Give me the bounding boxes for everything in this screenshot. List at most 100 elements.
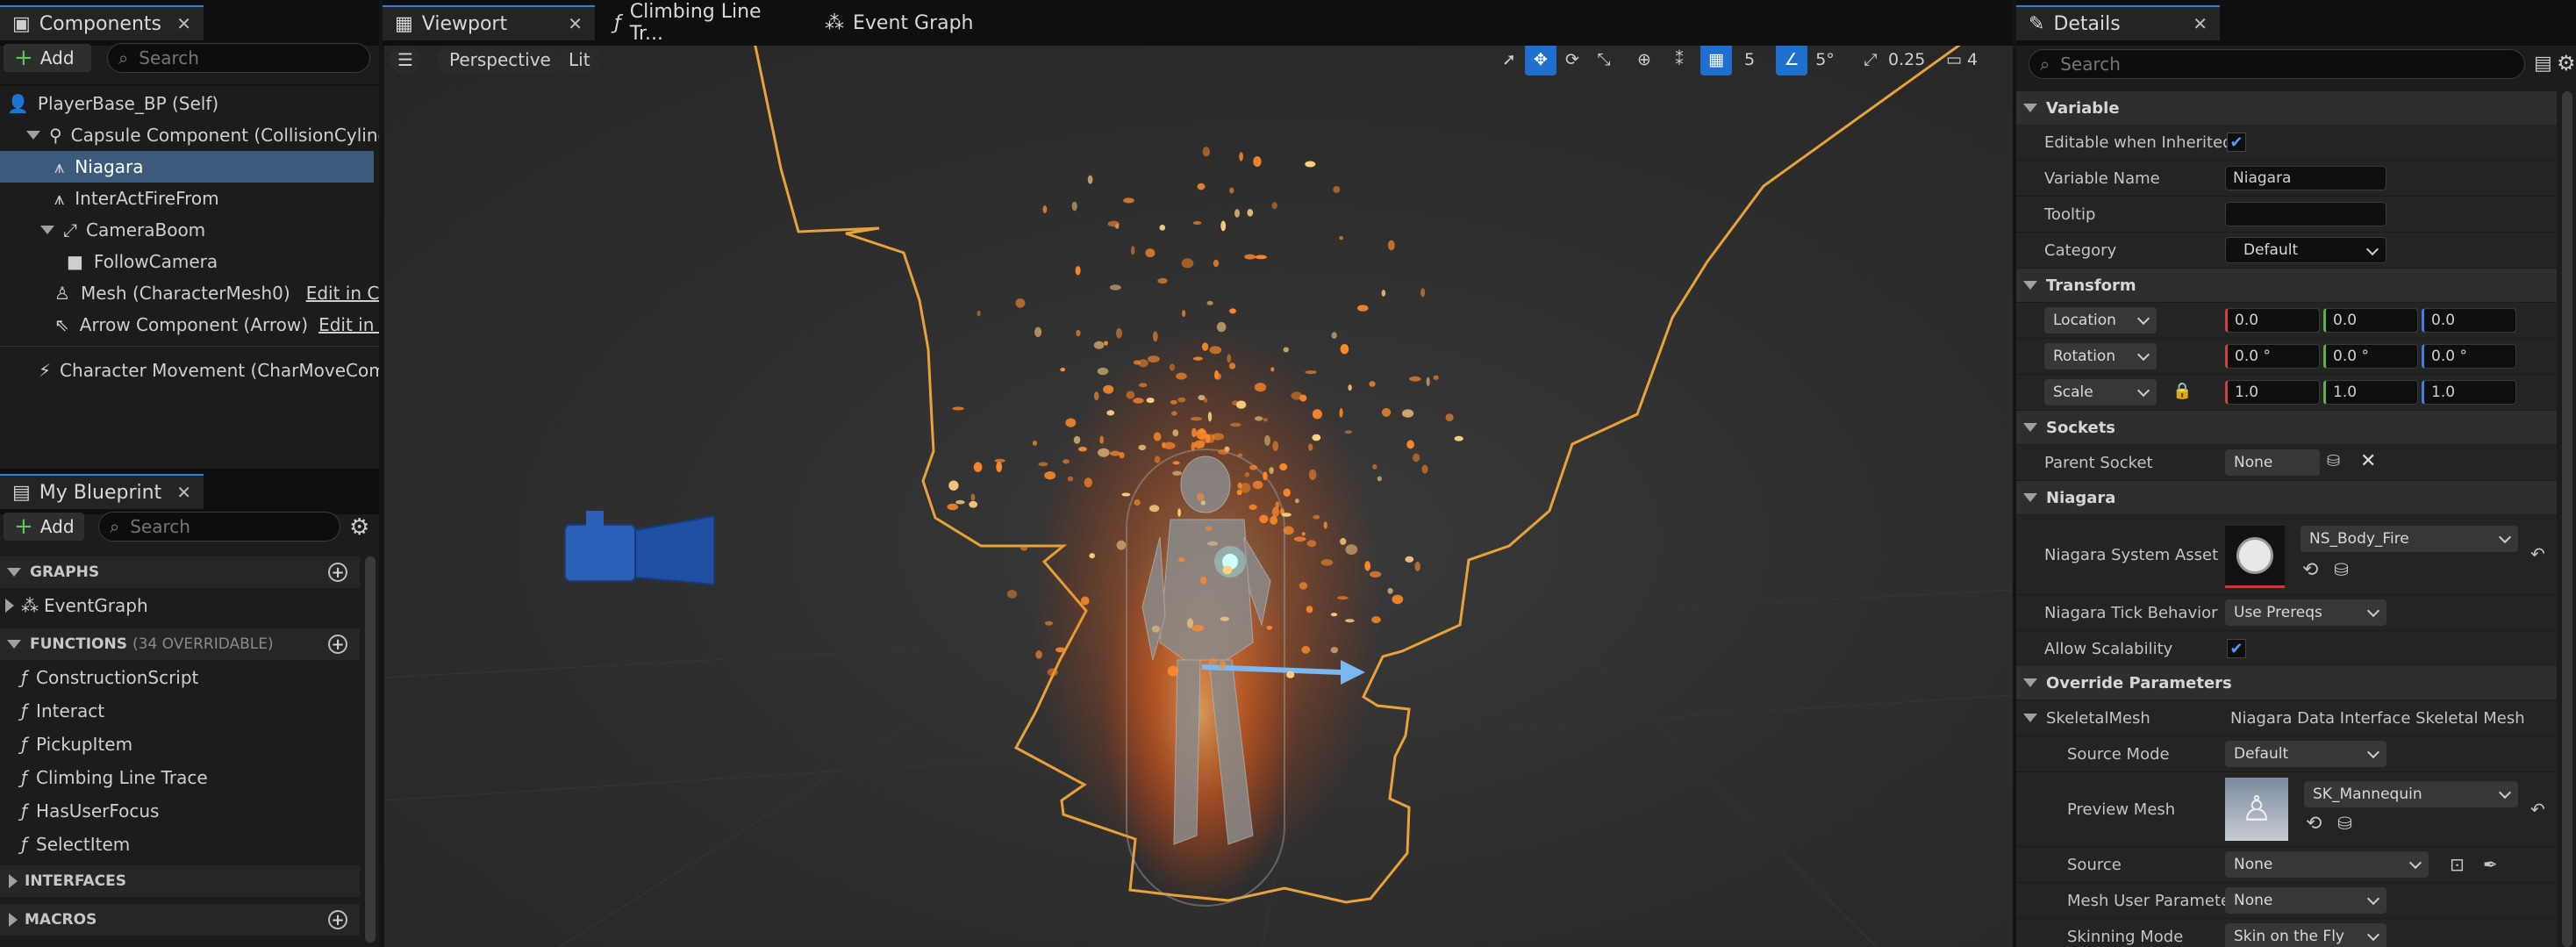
category-dropdown[interactable]: Default [2225, 237, 2386, 263]
camera-speed-icon[interactable]: ▭ 4 [1946, 46, 1978, 75]
preview-mesh-dropdown[interactable]: SK_Mannequin [2304, 781, 2518, 807]
tree-item-cameraboom[interactable]: ⤢ CameraBoom [0, 214, 379, 246]
rotation-z-field[interactable]: 0.0 ° [2422, 344, 2516, 369]
scale-x-field[interactable]: 1.0 [2225, 380, 2320, 405]
coordinate-space-icon[interactable]: ⊕ [1628, 46, 1660, 75]
editable-checkbox[interactable]: ✔ [2227, 133, 2246, 152]
blueprint-search[interactable]: ⌕ [98, 512, 340, 542]
niagara-asset-dropdown[interactable]: NS_Body_Fire [2301, 526, 2518, 552]
eyedropper-icon[interactable]: ✒ [2483, 854, 2498, 875]
use-selected-icon[interactable]: ⟲ [2306, 813, 2322, 835]
scrollbar[interactable] [365, 556, 376, 943]
collapse-icon[interactable] [2023, 423, 2037, 432]
scale-z-field[interactable]: 1.0 [2422, 380, 2516, 405]
expand-icon[interactable] [9, 913, 18, 927]
macros-section[interactable]: MACROS + [0, 904, 360, 936]
browse-icon[interactable]: ⛁ [2337, 813, 2352, 834]
close-icon[interactable]: ✕ [176, 482, 191, 503]
components-search[interactable]: ⌕ [107, 43, 370, 73]
tree-item-charmove[interactable]: ⚡ Character Movement (CharMoveComp) [0, 355, 379, 386]
function-item[interactable]: ƒ PickupItem [21, 728, 132, 760]
details-tab[interactable]: ✎ Details ✕ [2016, 5, 2220, 40]
tab-event-graph[interactable]: ⁂ Event Graph [812, 5, 1014, 40]
translate-tool-icon[interactable]: ✥ [1525, 46, 1556, 75]
lit-button[interactable]: Lit [556, 46, 603, 74]
add-component-button[interactable]: + Add [4, 44, 91, 72]
collapse-icon[interactable] [2023, 104, 2037, 112]
override-section[interactable]: Override Parameters [2016, 666, 2557, 699]
collapse-icon[interactable] [2023, 281, 2037, 290]
rotation-x-field[interactable]: 0.0 ° [2225, 344, 2320, 369]
settings-gear-icon[interactable]: ⚙ [2557, 51, 2576, 75]
expand-icon[interactable] [9, 874, 18, 888]
tree-item-interact[interactable]: ⩚ InterActFireFrom [0, 183, 379, 214]
function-item[interactable]: ƒ HasUserFocus [21, 795, 159, 827]
graphs-section[interactable]: GRAPHS + [0, 556, 360, 588]
transform-section[interactable]: Transform [2016, 269, 2557, 302]
collapse-icon[interactable] [7, 640, 21, 649]
grid-snap-value[interactable]: 5 [1734, 46, 1765, 75]
add-function-icon[interactable]: + [328, 635, 347, 654]
angle-snap-value[interactable]: 5° [1809, 46, 1841, 75]
niagara-section[interactable]: Niagara [2016, 481, 2557, 514]
my-blueprint-tab[interactable]: ▤ My Blueprint ✕ [0, 474, 204, 509]
location-x-field[interactable]: 0.0 [2225, 308, 2320, 333]
edit-in-cpp-link[interactable]: Edit in C++ [306, 283, 379, 304]
skinning-mode-dropdown[interactable]: Skin on the Fly [2225, 923, 2386, 947]
scale-snap-value[interactable]: 0.25 [1888, 46, 1925, 75]
tree-item-arrow[interactable]: ⇖ Arrow Component (Arrow) Edit in C++ [0, 309, 379, 341]
expand-icon[interactable] [5, 599, 14, 613]
source-mode-dropdown[interactable]: Default [2225, 741, 2386, 767]
location-dropdown[interactable]: Location [2044, 307, 2157, 334]
scale-dropdown[interactable]: Scale [2044, 379, 2157, 405]
reset-icon[interactable]: ↶ [2530, 543, 2545, 564]
browse-icon[interactable]: ⛁ [2334, 559, 2349, 580]
collapse-icon[interactable] [2023, 678, 2037, 687]
parent-socket-field[interactable]: None [2225, 449, 2320, 476]
location-y-field[interactable]: 0.0 [2323, 308, 2418, 333]
details-search-input[interactable] [2058, 53, 2450, 75]
socket-browse-icon[interactable]: ⛁ [2327, 452, 2340, 470]
use-selected-icon[interactable]: ⟲ [2302, 559, 2318, 581]
event-graph-item[interactable]: ⁂ EventGraph [0, 590, 360, 621]
table-view-icon[interactable]: ▤ [2534, 53, 2552, 75]
add-blueprint-button[interactable]: + Add [4, 513, 84, 541]
components-search-input[interactable] [137, 47, 341, 69]
niagara-asset-thumbnail[interactable] [2225, 526, 2285, 588]
collapse-icon[interactable] [2023, 714, 2037, 722]
tab-viewport[interactable]: ▦ Viewport ✕ [383, 5, 595, 40]
blueprint-search-input[interactable] [128, 515, 316, 538]
details-search[interactable]: ⌕ [2029, 49, 2525, 79]
function-item[interactable]: ƒ SelectItem [21, 829, 130, 860]
add-graph-icon[interactable]: + [328, 563, 347, 582]
mannequin-thumbnail[interactable]: ♙ [2225, 778, 2288, 841]
variable-name-field[interactable]: Niagara [2225, 166, 2386, 190]
target-icon[interactable]: ⊡ [2450, 854, 2465, 875]
clear-icon[interactable]: ✕ [2360, 450, 2376, 472]
lock-icon[interactable]: 🔒 [2172, 382, 2192, 400]
close-icon[interactable]: ✕ [568, 13, 583, 34]
collapse-icon[interactable] [2023, 493, 2037, 502]
viewport[interactable]: ☰ Perspective Lit ➚ ✥ ⟳ ⤡ ⊕ ⁑ ▦ 5 ∠ 5° ⤢… [384, 46, 2013, 947]
expand-icon[interactable] [26, 131, 40, 140]
close-icon[interactable]: ✕ [2193, 13, 2207, 34]
rotation-y-field[interactable]: 0.0 ° [2323, 344, 2418, 369]
scale-tool-icon[interactable]: ⤡ [1588, 46, 1620, 75]
scale-y-field[interactable]: 1.0 [2323, 380, 2418, 405]
reset-icon[interactable]: ↶ [2530, 799, 2545, 820]
interfaces-section[interactable]: INTERFACES [0, 865, 360, 897]
tab-climbing-line-trace[interactable]: ƒ Climbing Line Tr... [602, 1, 812, 45]
close-icon[interactable]: ✕ [176, 13, 191, 34]
tree-item-capsule[interactable]: ⚲ Capsule Component (CollisionCylinder) [0, 119, 379, 151]
location-z-field[interactable]: 0.0 [2422, 308, 2516, 333]
expand-icon[interactable] [40, 226, 54, 234]
settings-gear-icon[interactable]: ⚙ [349, 514, 369, 541]
mesh-user-dropdown[interactable]: None [2225, 887, 2386, 914]
source-dropdown[interactable]: None [2225, 851, 2429, 878]
surface-snap-icon[interactable]: ⁑ [1664, 46, 1695, 75]
function-item[interactable]: ƒ Interact [21, 695, 104, 727]
collapse-icon[interactable] [7, 568, 21, 577]
angle-snap-icon[interactable]: ∠ [1776, 46, 1807, 75]
rotation-dropdown[interactable]: Rotation [2044, 343, 2157, 369]
variable-section[interactable]: Variable [2016, 91, 2557, 125]
